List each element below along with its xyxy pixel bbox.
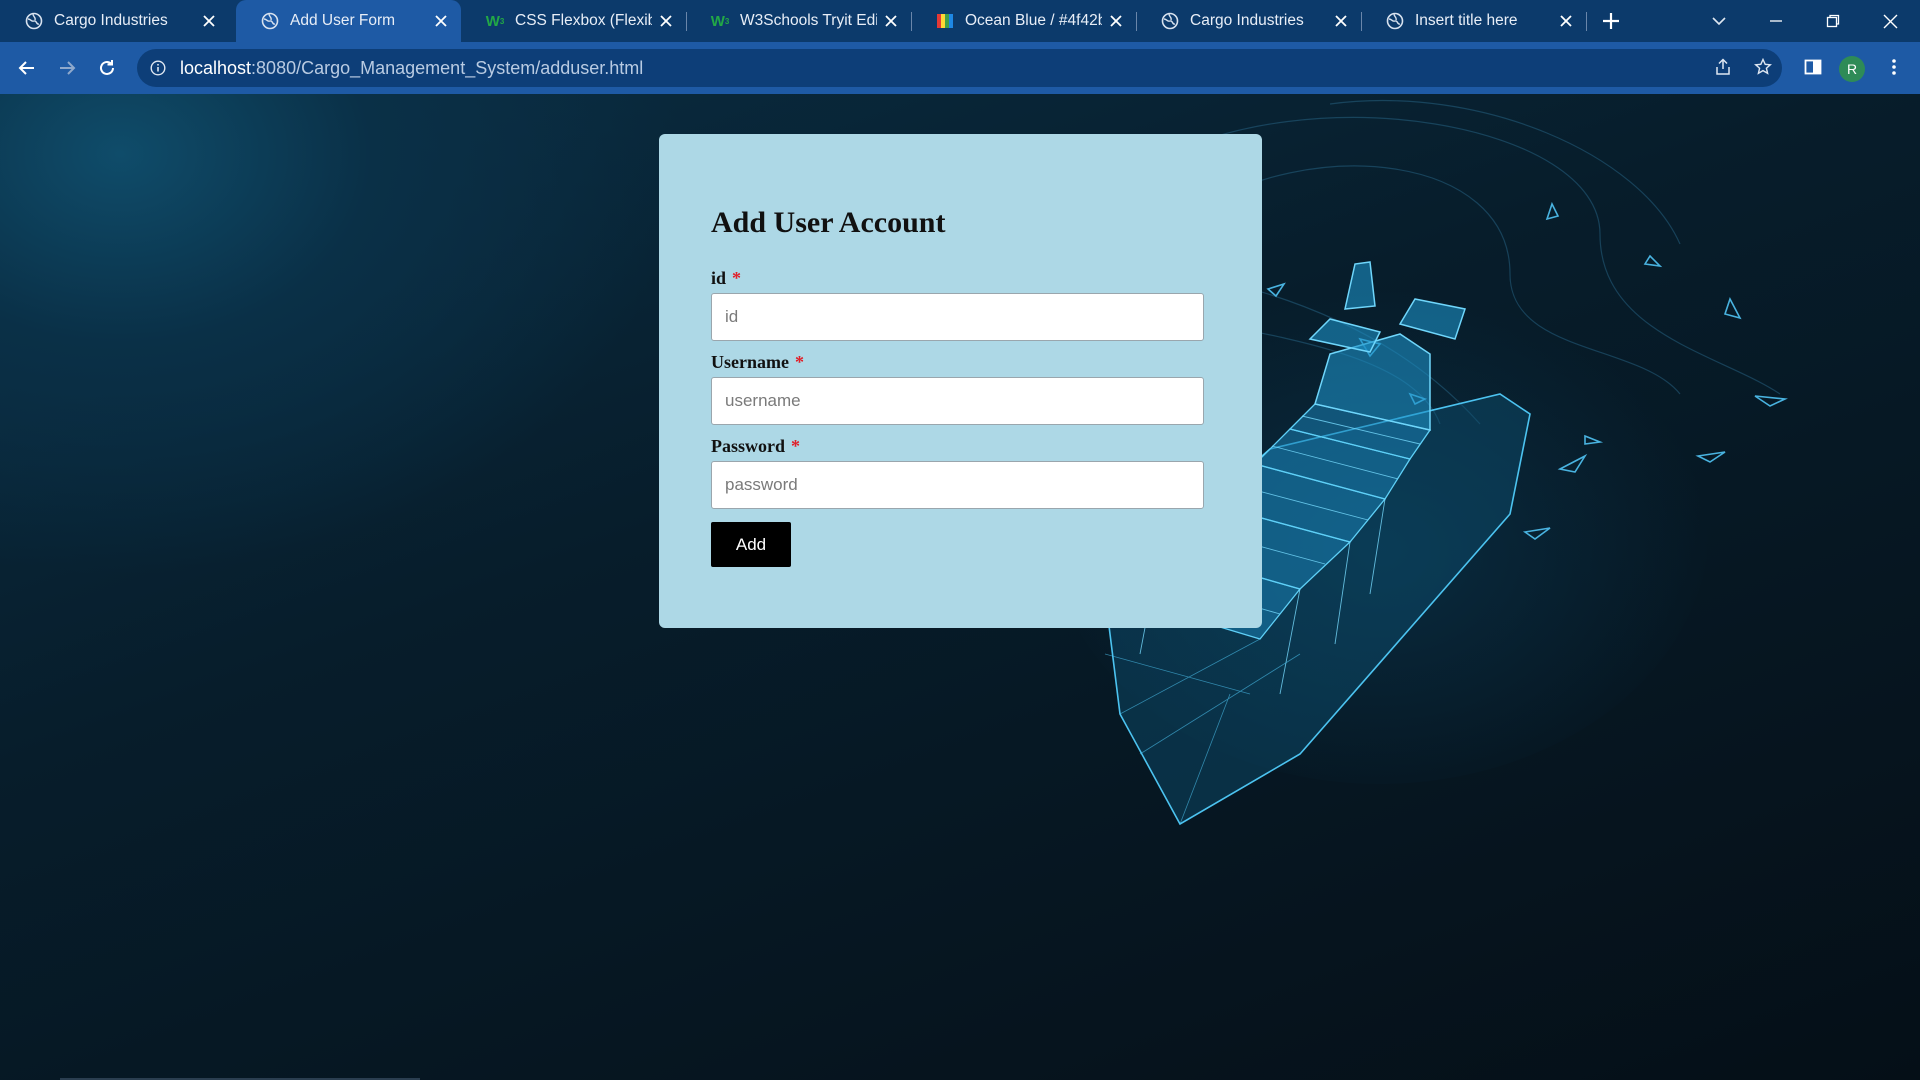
- menu-button[interactable]: [1878, 51, 1910, 83]
- globe-icon: [261, 12, 279, 30]
- close-icon: [1883, 14, 1897, 28]
- color-palette-icon: [936, 12, 954, 30]
- close-icon[interactable]: [195, 7, 223, 35]
- bookmark-button[interactable]: [1747, 51, 1779, 83]
- field-label: Password: [711, 436, 786, 456]
- add-user-card: Add User Account id* Username* Password*…: [659, 134, 1262, 628]
- back-arrow-icon: [18, 61, 34, 75]
- tab-title: Ocean Blue / #4f42b5: [965, 12, 1102, 29]
- tab-cargo-industries-2[interactable]: Cargo Industries: [1136, 0, 1361, 42]
- id-label: id *: [711, 268, 741, 289]
- field-label: id: [711, 268, 727, 288]
- tab-css-flexbox[interactable]: W3 CSS Flexbox (Flexible: [461, 0, 686, 42]
- restore-button[interactable]: [1813, 0, 1853, 42]
- required-mark: *: [791, 436, 801, 456]
- minimize-button[interactable]: [1756, 0, 1796, 42]
- address-bar[interactable]: localhost:8080/Cargo_Management_System/a…: [137, 49, 1782, 87]
- chevron-down-icon: [1712, 17, 1726, 26]
- minimize-icon: [1770, 20, 1782, 22]
- add-button[interactable]: Add: [711, 522, 791, 567]
- window-close-button[interactable]: [1870, 0, 1910, 42]
- side-panel-button[interactable]: [1797, 51, 1829, 83]
- close-icon[interactable]: [1552, 7, 1580, 35]
- reload-button[interactable]: [90, 51, 124, 85]
- close-icon[interactable]: [652, 7, 680, 35]
- url-path: :8080/Cargo_Management_System/adduser.ht…: [251, 57, 644, 78]
- tab-title: Cargo Industries: [54, 12, 168, 29]
- password-label: Password *: [711, 436, 800, 457]
- new-tab-button[interactable]: [1591, 0, 1631, 42]
- forward-button[interactable]: [50, 51, 84, 85]
- password-input[interactable]: [711, 461, 1204, 509]
- username-label: Username *: [711, 352, 804, 373]
- page-content: Add User Account id* Username* Password*…: [0, 94, 1920, 1080]
- globe-icon: [1161, 12, 1179, 30]
- tab-title: W3Schools Tryit Edito: [740, 12, 877, 29]
- tab-separator: [1586, 12, 1587, 31]
- side-panel-icon: [1804, 59, 1822, 75]
- globe-icon: [25, 12, 43, 30]
- tab-strip: Cargo Industries Add User Form W3 CSS Fl…: [0, 0, 1920, 42]
- plus-icon: [1603, 13, 1619, 29]
- close-icon[interactable]: [877, 7, 905, 35]
- forward-arrow-icon: [60, 61, 76, 75]
- field-label: Username: [711, 352, 789, 372]
- tab-cargo-industries[interactable]: Cargo Industries: [0, 0, 229, 42]
- form-title: Add User Account: [711, 206, 946, 239]
- back-button[interactable]: [10, 51, 44, 85]
- browser-toolbar: localhost:8080/Cargo_Management_System/a…: [0, 42, 1920, 94]
- id-input[interactable]: [711, 293, 1204, 341]
- tab-w3schools-tryit[interactable]: W3 W3Schools Tryit Edito: [686, 0, 911, 42]
- required-mark: *: [794, 352, 804, 372]
- tab-title: Cargo Industries: [1190, 12, 1304, 29]
- w3schools-icon: W3: [485, 12, 505, 30]
- more-vertical-icon: [1892, 59, 1896, 75]
- globe-icon: [1386, 12, 1404, 30]
- username-input[interactable]: [711, 377, 1204, 425]
- share-icon: [1716, 58, 1730, 75]
- star-icon: [1754, 58, 1772, 75]
- tab-add-user-form[interactable]: Add User Form: [236, 0, 461, 42]
- reload-icon: [100, 60, 114, 75]
- url-host: localhost: [180, 57, 252, 78]
- close-icon[interactable]: [427, 7, 455, 35]
- tab-title: Insert title here: [1415, 12, 1518, 29]
- share-button[interactable]: [1707, 51, 1739, 83]
- required-mark: *: [732, 268, 742, 288]
- tab-insert-title[interactable]: Insert title here: [1361, 0, 1586, 42]
- tab-title: CSS Flexbox (Flexible: [515, 12, 652, 29]
- tab-title: Add User Form: [290, 12, 396, 29]
- close-icon[interactable]: [1327, 7, 1355, 35]
- avatar[interactable]: R: [1839, 56, 1865, 82]
- tab-search-button[interactable]: [1699, 0, 1739, 42]
- info-icon[interactable]: [149, 59, 167, 77]
- restore-icon: [1826, 14, 1840, 28]
- close-icon[interactable]: [1102, 7, 1130, 35]
- tab-ocean-blue[interactable]: Ocean Blue / #4f42b5: [911, 0, 1136, 42]
- url-text[interactable]: localhost:8080/Cargo_Management_System/a…: [180, 58, 643, 79]
- w3schools-icon: W3: [710, 12, 730, 30]
